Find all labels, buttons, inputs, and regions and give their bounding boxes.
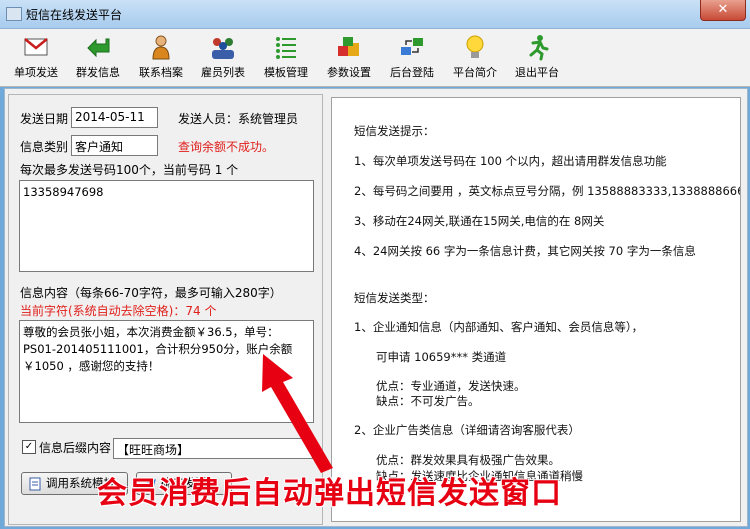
toolbar-single-send-button[interactable]: 单项发送	[3, 29, 69, 85]
toolbar-contacts-button[interactable]: 联系档案	[128, 29, 194, 85]
tip-item: 1、每次单项发送号码在 100 个以内，超出请用群发信息功能	[354, 154, 667, 168]
app-icon	[6, 7, 22, 21]
network-icon	[401, 38, 423, 55]
tips-heading: 短信发送提示：	[354, 124, 435, 138]
type1-pro: 优点：专业通道，发送快速。	[376, 379, 526, 393]
toolbar-group-send-button[interactable]: 群发信息	[65, 29, 131, 85]
date-label: 发送日期	[20, 112, 69, 126]
balance-warning: 查询余额不成功。	[178, 140, 275, 154]
type1-con: 缺点：不可发广告。	[376, 394, 480, 408]
toolbar-backend-login-button[interactable]: 后台登陆	[379, 29, 445, 85]
close-button[interactable]: ✕	[700, 0, 746, 21]
tips-panel: 短信发送提示： 1、每次单项发送号码在 100 个以内，超出请用群发信息功能 2…	[331, 97, 741, 522]
suffix-checkbox[interactable]: ✓	[22, 440, 36, 454]
annotation-caption: 会员消费后自动弹出短信发送窗口	[97, 476, 562, 511]
suffix-label: 信息后缀内容	[39, 441, 112, 455]
annotation-arrow	[262, 354, 333, 473]
tip-item: 4、24网关按 66 字为一条信息计费，其它网关按 70 字为一条信息	[354, 244, 696, 258]
type2-pro: 优点：群发效果具有极强广告效果。	[376, 453, 560, 467]
toolbar-settings-button[interactable]: 参数设置	[316, 29, 382, 85]
toolbar: 单项发送 群发信息 联系档案 雇员列表 模板管理 参数设置 后台登陆 平台简介 …	[0, 29, 750, 87]
numbers-hint: 每次最多发送号码100个，当前号码 1 个	[20, 163, 239, 177]
char-count: 当前字符(系统自动去除空格)：74 个	[20, 304, 217, 318]
content-hint: 信息内容（每条66-70字符，最多可输入280字）	[20, 286, 282, 300]
category-label: 信息类别	[20, 140, 69, 154]
tip-item: 3、移动在24网关,联通在15网关,电信的在 8网关	[354, 214, 605, 228]
type1-apply: 可申请 10659*** 类通道	[376, 350, 507, 364]
phone-numbers-textarea[interactable]: 13358947698	[19, 180, 314, 272]
toolbar-exit-button[interactable]: 退出平台	[504, 29, 570, 85]
running-man-icon	[529, 35, 549, 61]
toolbar-templates-button[interactable]: 模板管理	[253, 29, 319, 85]
type1-line: 1、企业通知信息（内部通知、客户通知、会员信息等），	[354, 320, 644, 334]
list-icon	[276, 37, 296, 59]
boxes-icon	[338, 37, 359, 56]
title-bar: 短信在线发送平台 ✕	[0, 0, 750, 29]
people-icon	[212, 38, 234, 59]
envelope-icon	[24, 38, 48, 56]
date-field[interactable]: 2014-05-11	[71, 107, 158, 128]
window-title: 短信在线发送平台	[26, 8, 123, 22]
sender-label: 发送人员：系统管理员	[178, 112, 299, 126]
types-heading: 短信发送类型：	[354, 291, 435, 305]
person-icon	[152, 35, 170, 60]
toolbar-employees-button[interactable]: 雇员列表	[190, 29, 256, 85]
document-icon	[28, 477, 42, 491]
toolbar-about-button[interactable]: 平台简介	[442, 29, 508, 85]
type2-line: 2、企业广告类信息（详细请咨询客服代表）	[354, 423, 580, 437]
lightbulb-icon	[466, 35, 484, 58]
tip-item: 2、每号码之间要用 ，英文标点豆号分隔，例 13588883333,133888…	[354, 184, 741, 198]
category-field[interactable]: 客户通知	[71, 135, 158, 156]
arrow-left-icon	[87, 38, 110, 58]
